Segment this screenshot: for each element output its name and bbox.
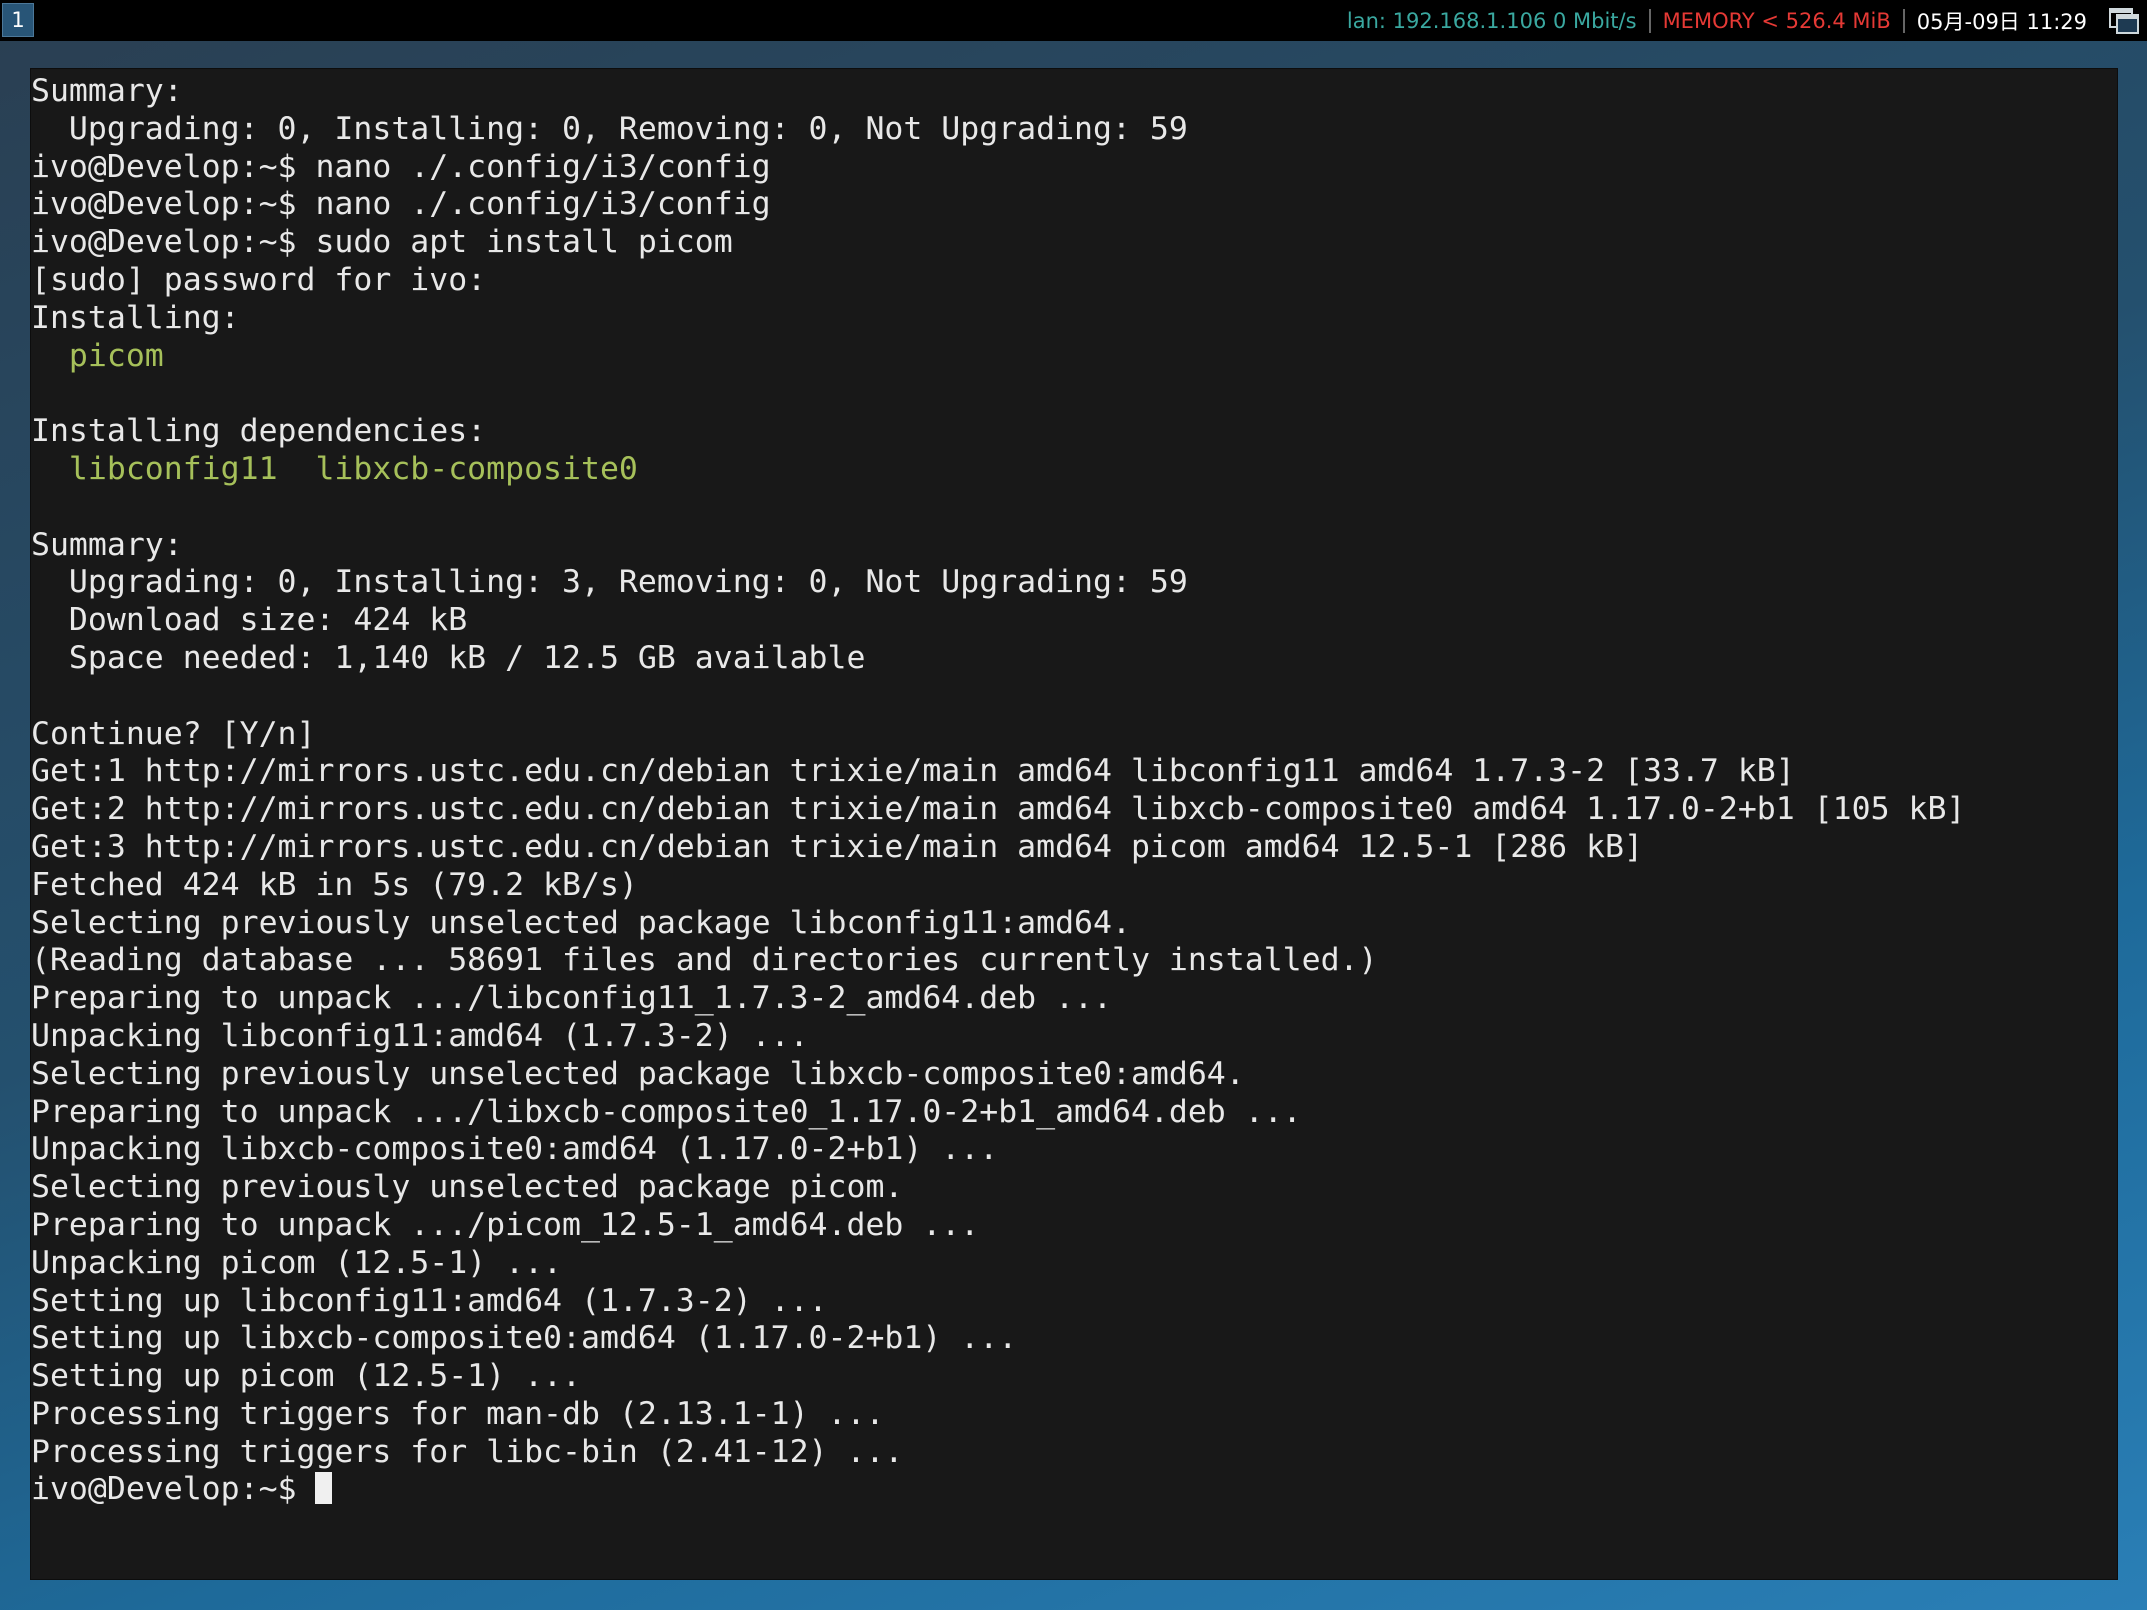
terminal-line: Upgrading: 0, Installing: 3, Removing: 0… xyxy=(31,564,1965,602)
terminal-line-text: picom xyxy=(31,337,164,374)
terminal-line-text: Continue? [Y/n] xyxy=(31,715,316,752)
terminal-line-text: Upgrading: 0, Installing: 3, Removing: 0… xyxy=(31,564,1188,601)
memory-status: MEMORY < 526.4 MiB xyxy=(1662,8,1891,33)
status-separator xyxy=(1648,8,1651,33)
terminal-line-text: Unpacking libxcb-composite0:amd64 (1.17.… xyxy=(31,1131,999,1168)
terminal-line-text: libconfig11 libxcb-composite0 xyxy=(31,450,638,487)
terminal-line: Selecting previously unselected package … xyxy=(31,1056,1965,1094)
terminal-line: [sudo] password for ivo: xyxy=(31,262,1965,300)
terminal-line-text: Preparing to unpack .../libxcb-composite… xyxy=(31,1093,1302,1130)
terminal-line-text: Processing triggers for man-db (2.13.1-1… xyxy=(31,1395,885,1432)
terminal-line-text: ivo@Develop:~$ nano ./.config/i3/config xyxy=(31,148,771,185)
lan-status: lan: 192.168.1.106 0 Mbit/s xyxy=(1346,8,1637,33)
terminal-line-text: Selecting previously unselected package … xyxy=(31,1169,904,1206)
terminal-line-text: Selecting previously unselected package … xyxy=(31,904,1131,941)
terminal-line: Processing triggers for libc-bin (2.41-1… xyxy=(31,1434,1965,1472)
terminal-line-text: Summary: xyxy=(31,73,183,109)
terminal-line-text: Setting up libconfig11:amd64 (1.7.3-2) .… xyxy=(31,1282,828,1319)
datetime-status: 05月-09日 11:29 xyxy=(1916,9,2087,34)
terminal-line-text: (Reading database ... 58691 files and di… xyxy=(31,942,1378,979)
terminal-line: Space needed: 1,140 kB / 12.5 GB availab… xyxy=(31,640,1965,678)
terminal-line: Summary: xyxy=(31,527,1965,565)
terminal-line-text: Summary: xyxy=(31,526,183,563)
terminal-line-text: Processing triggers for libc-bin (2.41-1… xyxy=(31,1433,904,1470)
workspace-button-1[interactable]: 1 xyxy=(2,3,34,37)
terminal-line-text: Setting up picom (12.5-1) ... xyxy=(31,1358,581,1395)
terminal-line: ivo@Develop:~$ nano ./.config/i3/config xyxy=(31,149,1965,187)
terminal-line: Preparing to unpack .../picom_12.5-1_amd… xyxy=(31,1207,1965,1245)
terminal-line: Preparing to unpack .../libxcb-composite… xyxy=(31,1094,1965,1132)
terminal-line: Get:2 http://mirrors.ustc.edu.cn/debian … xyxy=(31,791,1965,829)
terminal-line-text: ivo@Develop:~$ xyxy=(31,1471,316,1508)
terminal-line: Setting up picom (12.5-1) ... xyxy=(31,1358,1965,1396)
terminal-line-text: Installing: xyxy=(31,299,240,336)
terminal-line-text: Get:1 http://mirrors.ustc.edu.cn/debian … xyxy=(31,753,1795,790)
terminal-line: Selecting previously unselected package … xyxy=(31,1169,1965,1207)
terminal-line: (Reading database ... 58691 files and di… xyxy=(31,942,1965,980)
terminal-line: Installing: xyxy=(31,300,1965,338)
terminal-line-text: Fetched 424 kB in 5s (79.2 kB/s) xyxy=(31,866,638,903)
terminal-line: ivo@Develop:~$ sudo apt install picom xyxy=(31,224,1965,262)
terminal-line-text: Unpacking picom (12.5-1) ... xyxy=(31,1244,563,1281)
i3-status-bar: 1 lan: 192.168.1.106 0 Mbit/s MEMORY < 5… xyxy=(0,0,2147,41)
terminal-line: Processing triggers for man-db (2.13.1-1… xyxy=(31,1396,1965,1434)
terminal-line: Setting up libxcb-composite0:amd64 (1.17… xyxy=(31,1320,1965,1358)
terminal-line-text: Get:3 http://mirrors.ustc.edu.cn/debian … xyxy=(31,828,1643,865)
terminal-line: picom xyxy=(31,338,1965,376)
terminal-line-text: [sudo] password for ivo: xyxy=(31,261,487,298)
terminal-line: Summary: xyxy=(31,73,1965,111)
shell-prompt: ivo@Develop:~$ xyxy=(31,1471,1965,1509)
terminal-window[interactable]: Summary: Upgrading: 0, Installing: 0, Re… xyxy=(30,68,2118,1580)
terminal-line-text: Selecting previously unselected package … xyxy=(31,1055,1245,1092)
terminal-line-text: Get:2 http://mirrors.ustc.edu.cn/debian … xyxy=(31,791,1966,828)
terminal-line: Unpacking picom (12.5-1) ... xyxy=(31,1245,1965,1283)
terminal-line: Get:3 http://mirrors.ustc.edu.cn/debian … xyxy=(31,829,1965,867)
terminal-line-text: Setting up libxcb-composite0:amd64 (1.17… xyxy=(31,1320,1018,1357)
text-cursor xyxy=(315,1472,333,1505)
terminal-line: ivo@Develop:~$ nano ./.config/i3/config xyxy=(31,186,1965,224)
terminal-line: Preparing to unpack .../libconfig11_1.7.… xyxy=(31,980,1965,1018)
terminal-line: Setting up libconfig11:amd64 (1.7.3-2) .… xyxy=(31,1283,1965,1321)
terminal-line-text: Upgrading: 0, Installing: 0, Removing: 0… xyxy=(31,110,1188,147)
terminal-line-text: ivo@Develop:~$ sudo apt install picom xyxy=(31,224,733,261)
terminal-line: libconfig11 libxcb-composite0 xyxy=(31,451,1965,489)
terminal-line: Download size: 424 kB xyxy=(31,602,1965,640)
terminal-line: Get:1 http://mirrors.ustc.edu.cn/debian … xyxy=(31,753,1965,791)
terminal-line-text: Preparing to unpack .../picom_12.5-1_amd… xyxy=(31,1206,980,1243)
terminal-line: Upgrading: 0, Installing: 0, Removing: 0… xyxy=(31,111,1965,149)
terminal-line: Unpacking libconfig11:amd64 (1.7.3-2) ..… xyxy=(31,1018,1965,1056)
terminal-output: Summary: Upgrading: 0, Installing: 0, Re… xyxy=(31,73,1965,1509)
terminal-line-text: Download size: 424 kB xyxy=(31,602,468,639)
status-blocks: lan: 192.168.1.106 0 Mbit/s MEMORY < 526… xyxy=(1347,0,2087,41)
terminal-line: Unpacking libxcb-composite0:amd64 (1.17.… xyxy=(31,1131,1965,1169)
terminal-line: Fetched 424 kB in 5s (79.2 kB/s) xyxy=(31,867,1965,905)
status-separator xyxy=(1902,8,1905,33)
desktop-background: 1 lan: 192.168.1.106 0 Mbit/s MEMORY < 5… xyxy=(0,0,2147,1610)
terminal-line-text: ivo@Develop:~$ nano ./.config/i3/config xyxy=(31,186,771,223)
terminal-line: Selecting previously unselected package … xyxy=(31,905,1965,943)
window-icon[interactable] xyxy=(2109,6,2139,34)
terminal-line: Installing dependencies: xyxy=(31,413,1965,451)
terminal-line: Continue? [Y/n] xyxy=(31,716,1965,754)
terminal-line-text: Unpacking libconfig11:amd64 (1.7.3-2) ..… xyxy=(31,1017,809,1054)
terminal-line-text: Preparing to unpack .../libconfig11_1.7.… xyxy=(31,980,1112,1017)
terminal-line-text: Space needed: 1,140 kB / 12.5 GB availab… xyxy=(31,639,866,676)
terminal-line-text: Installing dependencies: xyxy=(31,413,487,450)
